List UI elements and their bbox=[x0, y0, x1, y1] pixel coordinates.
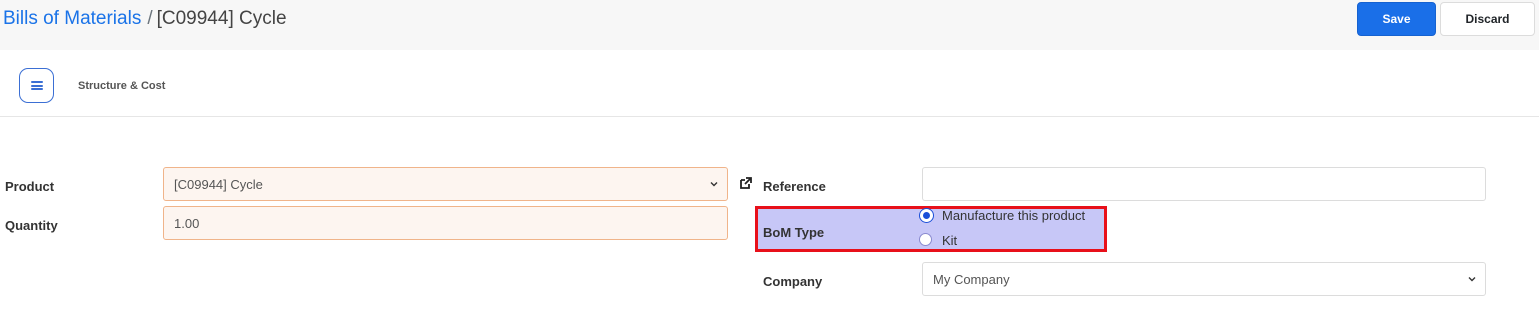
bom-type-label: BoM Type bbox=[763, 225, 825, 240]
discard-button[interactable]: Discard bbox=[1440, 2, 1535, 36]
list-icon bbox=[30, 81, 43, 90]
save-button[interactable]: Save bbox=[1357, 2, 1436, 36]
breadcrumb-separator: / bbox=[147, 8, 153, 29]
company-value: My Company bbox=[933, 271, 1010, 287]
external-link-icon[interactable] bbox=[739, 176, 753, 190]
company-field[interactable]: My Company bbox=[922, 262, 1486, 296]
structure-cost-button[interactable] bbox=[19, 68, 54, 103]
bom-type-manufacture-radio[interactable] bbox=[920, 209, 933, 222]
chevron-down-icon bbox=[1468, 277, 1476, 282]
quantity-value: 1.00 bbox=[174, 215, 200, 231]
product-label: Product bbox=[5, 179, 55, 194]
product-value: [C09944] Cycle bbox=[174, 176, 263, 192]
quantity-field[interactable]: 1.00 bbox=[163, 206, 728, 240]
company-label: Company bbox=[763, 274, 823, 289]
breadcrumb: Bills of Materials / [C09944] Cycle bbox=[3, 8, 287, 30]
product-field[interactable]: [C09944] Cycle bbox=[163, 167, 728, 201]
breadcrumb-bills-of-materials[interactable]: Bills of Materials bbox=[3, 8, 141, 29]
chevron-down-icon bbox=[710, 182, 718, 187]
bom-type-manufacture-label[interactable]: Manufacture this product bbox=[942, 208, 1085, 223]
reference-field[interactable] bbox=[922, 167, 1486, 201]
breadcrumb-current: [C09944] Cycle bbox=[156, 8, 287, 29]
control-panel: Bills of Materials / [C09944] Cycle Save D… bbox=[0, 0, 1539, 50]
reference-label: Reference bbox=[763, 179, 826, 194]
structure-cost-label[interactable]: Structure & Cost bbox=[78, 80, 165, 92]
quantity-label: Quantity bbox=[5, 218, 58, 233]
bom-type-kit-radio[interactable] bbox=[919, 233, 932, 246]
bom-type-kit-label[interactable]: Kit bbox=[942, 233, 957, 248]
button-box: Structure & Cost bbox=[0, 50, 1539, 117]
